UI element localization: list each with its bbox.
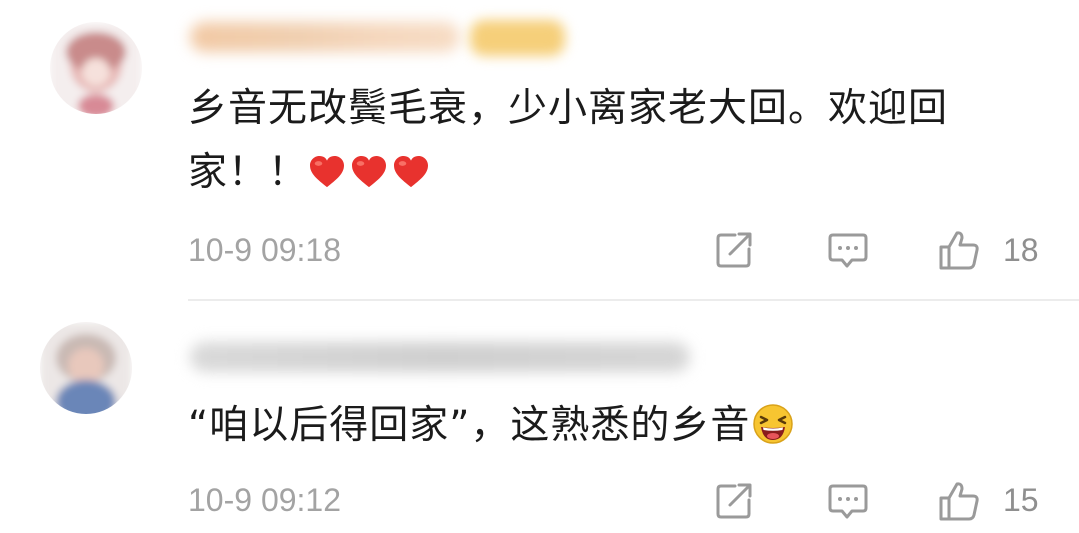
username-blurred[interactable] xyxy=(190,342,690,372)
comment-text-content: “咱以后得回家”，这熟悉的乡音 xyxy=(188,403,751,448)
like-count: 15 xyxy=(1003,482,1039,518)
grinning-squinting-face-icon xyxy=(753,403,794,444)
comment-item: “咱以后得回家”，这熟悉的乡音 10-9 09:12 15 xyxy=(0,0,1079,533)
comment-text: “咱以后得回家”，这熟悉的乡音 xyxy=(188,394,1048,458)
thumbs-up-icon[interactable] xyxy=(938,480,980,522)
comment-bubble-icon[interactable] xyxy=(827,480,869,522)
share-edit-icon[interactable] xyxy=(713,480,755,522)
comment-timestamp: 10-9 09:12 xyxy=(188,482,342,518)
avatar[interactable] xyxy=(40,322,132,414)
